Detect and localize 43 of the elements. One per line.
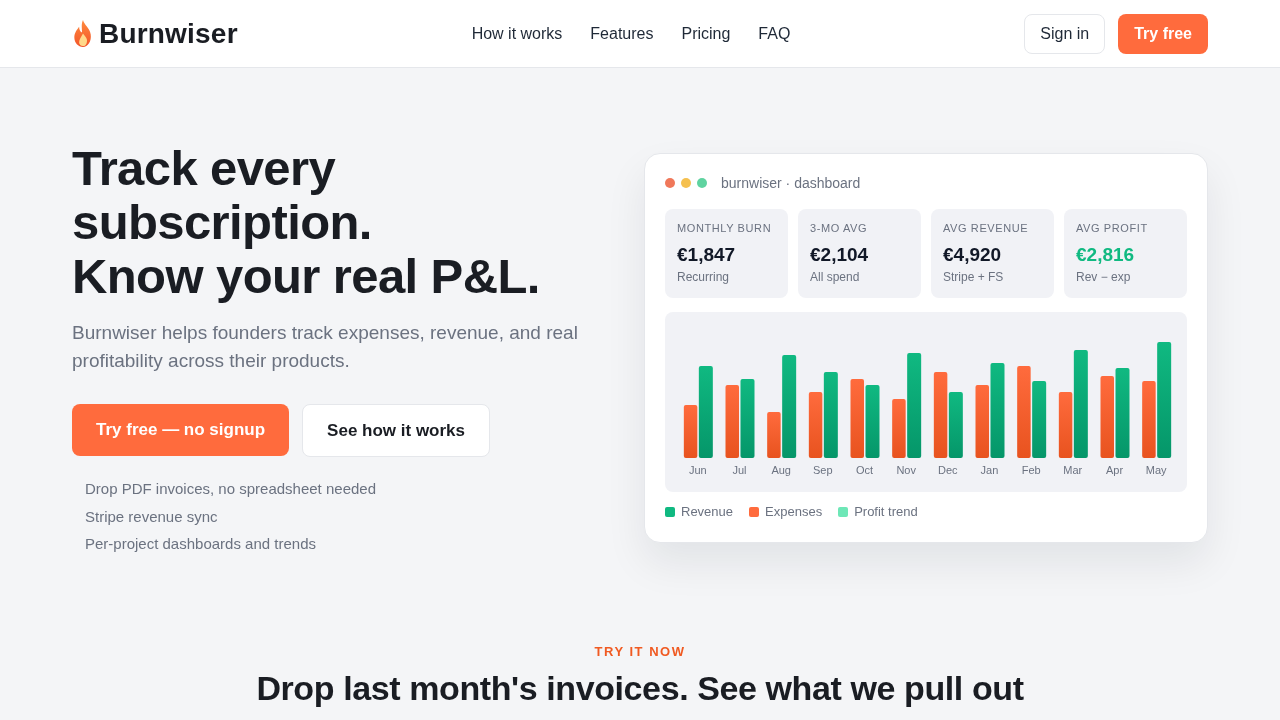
feature-bullet: Per-project dashboards and trends: [85, 534, 317, 554]
section-eyebrow: TRY IT NOW: [594, 643, 686, 660]
stat-note: Stripe + FS: [943, 269, 1005, 285]
legend-label: Revenue: [681, 505, 734, 519]
see-how-button[interactable]: See how it works: [302, 404, 491, 457]
dashboard-title: burnwiser · dashboard: [721, 175, 861, 191]
month-label: May: [1144, 463, 1168, 477]
stat-value: €2,104: [810, 244, 870, 266]
stat-note: Rev − exp: [1076, 269, 1132, 285]
month-label: Aug: [770, 463, 792, 477]
month-label: Oct: [854, 463, 875, 477]
hero-subtitle: Burnwiser helps founders track expenses, revenue, and real profitability across their products.: [72, 321, 579, 373]
sign-in-button[interactable]: Sign in: [1024, 13, 1106, 54]
flame-icon: [72, 20, 94, 47]
month-label: Nov: [895, 463, 917, 477]
month-label: Jun: [687, 463, 708, 477]
nav-link[interactable]: Features: [590, 24, 654, 43]
stat-value: €1,847: [677, 244, 737, 266]
nav-link[interactable]: Pricing: [681, 24, 731, 43]
stat-note: All spend: [810, 269, 861, 285]
stat-label: AVG REVENUE: [943, 221, 1030, 235]
month-label: Apr: [1104, 463, 1125, 477]
nav-link[interactable]: How it works: [471, 24, 563, 43]
month-label: Jul: [731, 463, 748, 477]
stat-value: €2,816: [1076, 244, 1136, 266]
brand-name: Burnwiser: [99, 17, 238, 50]
hero-title: Track every subscription. Know your real P&L.: [72, 141, 541, 303]
feature-bullet: Stripe revenue sync: [85, 506, 219, 527]
stat-label: 3-MO AVG: [810, 221, 869, 235]
stat-label: AVG PROFIT: [1076, 221, 1149, 235]
legend-label: Expenses: [765, 505, 823, 519]
month-label: Feb: [1020, 463, 1042, 477]
section-heading: Drop last month's invoices. See what we pull out: [256, 667, 1024, 708]
legend-label: Profit trend: [854, 505, 918, 519]
stat-label: MONTHLY BURN: [677, 221, 773, 235]
month-label: Sep: [812, 463, 834, 477]
nav-link[interactable]: FAQ: [758, 24, 791, 43]
month-label: Dec: [937, 463, 959, 477]
stat-value: €4,920: [943, 244, 1003, 266]
stat-note: Recurring: [677, 269, 731, 285]
month-label: Mar: [1062, 463, 1084, 477]
feature-bullet: Drop PDF invoices, no spreadsheet needed: [85, 479, 376, 499]
month-label: Jan: [979, 463, 1000, 477]
